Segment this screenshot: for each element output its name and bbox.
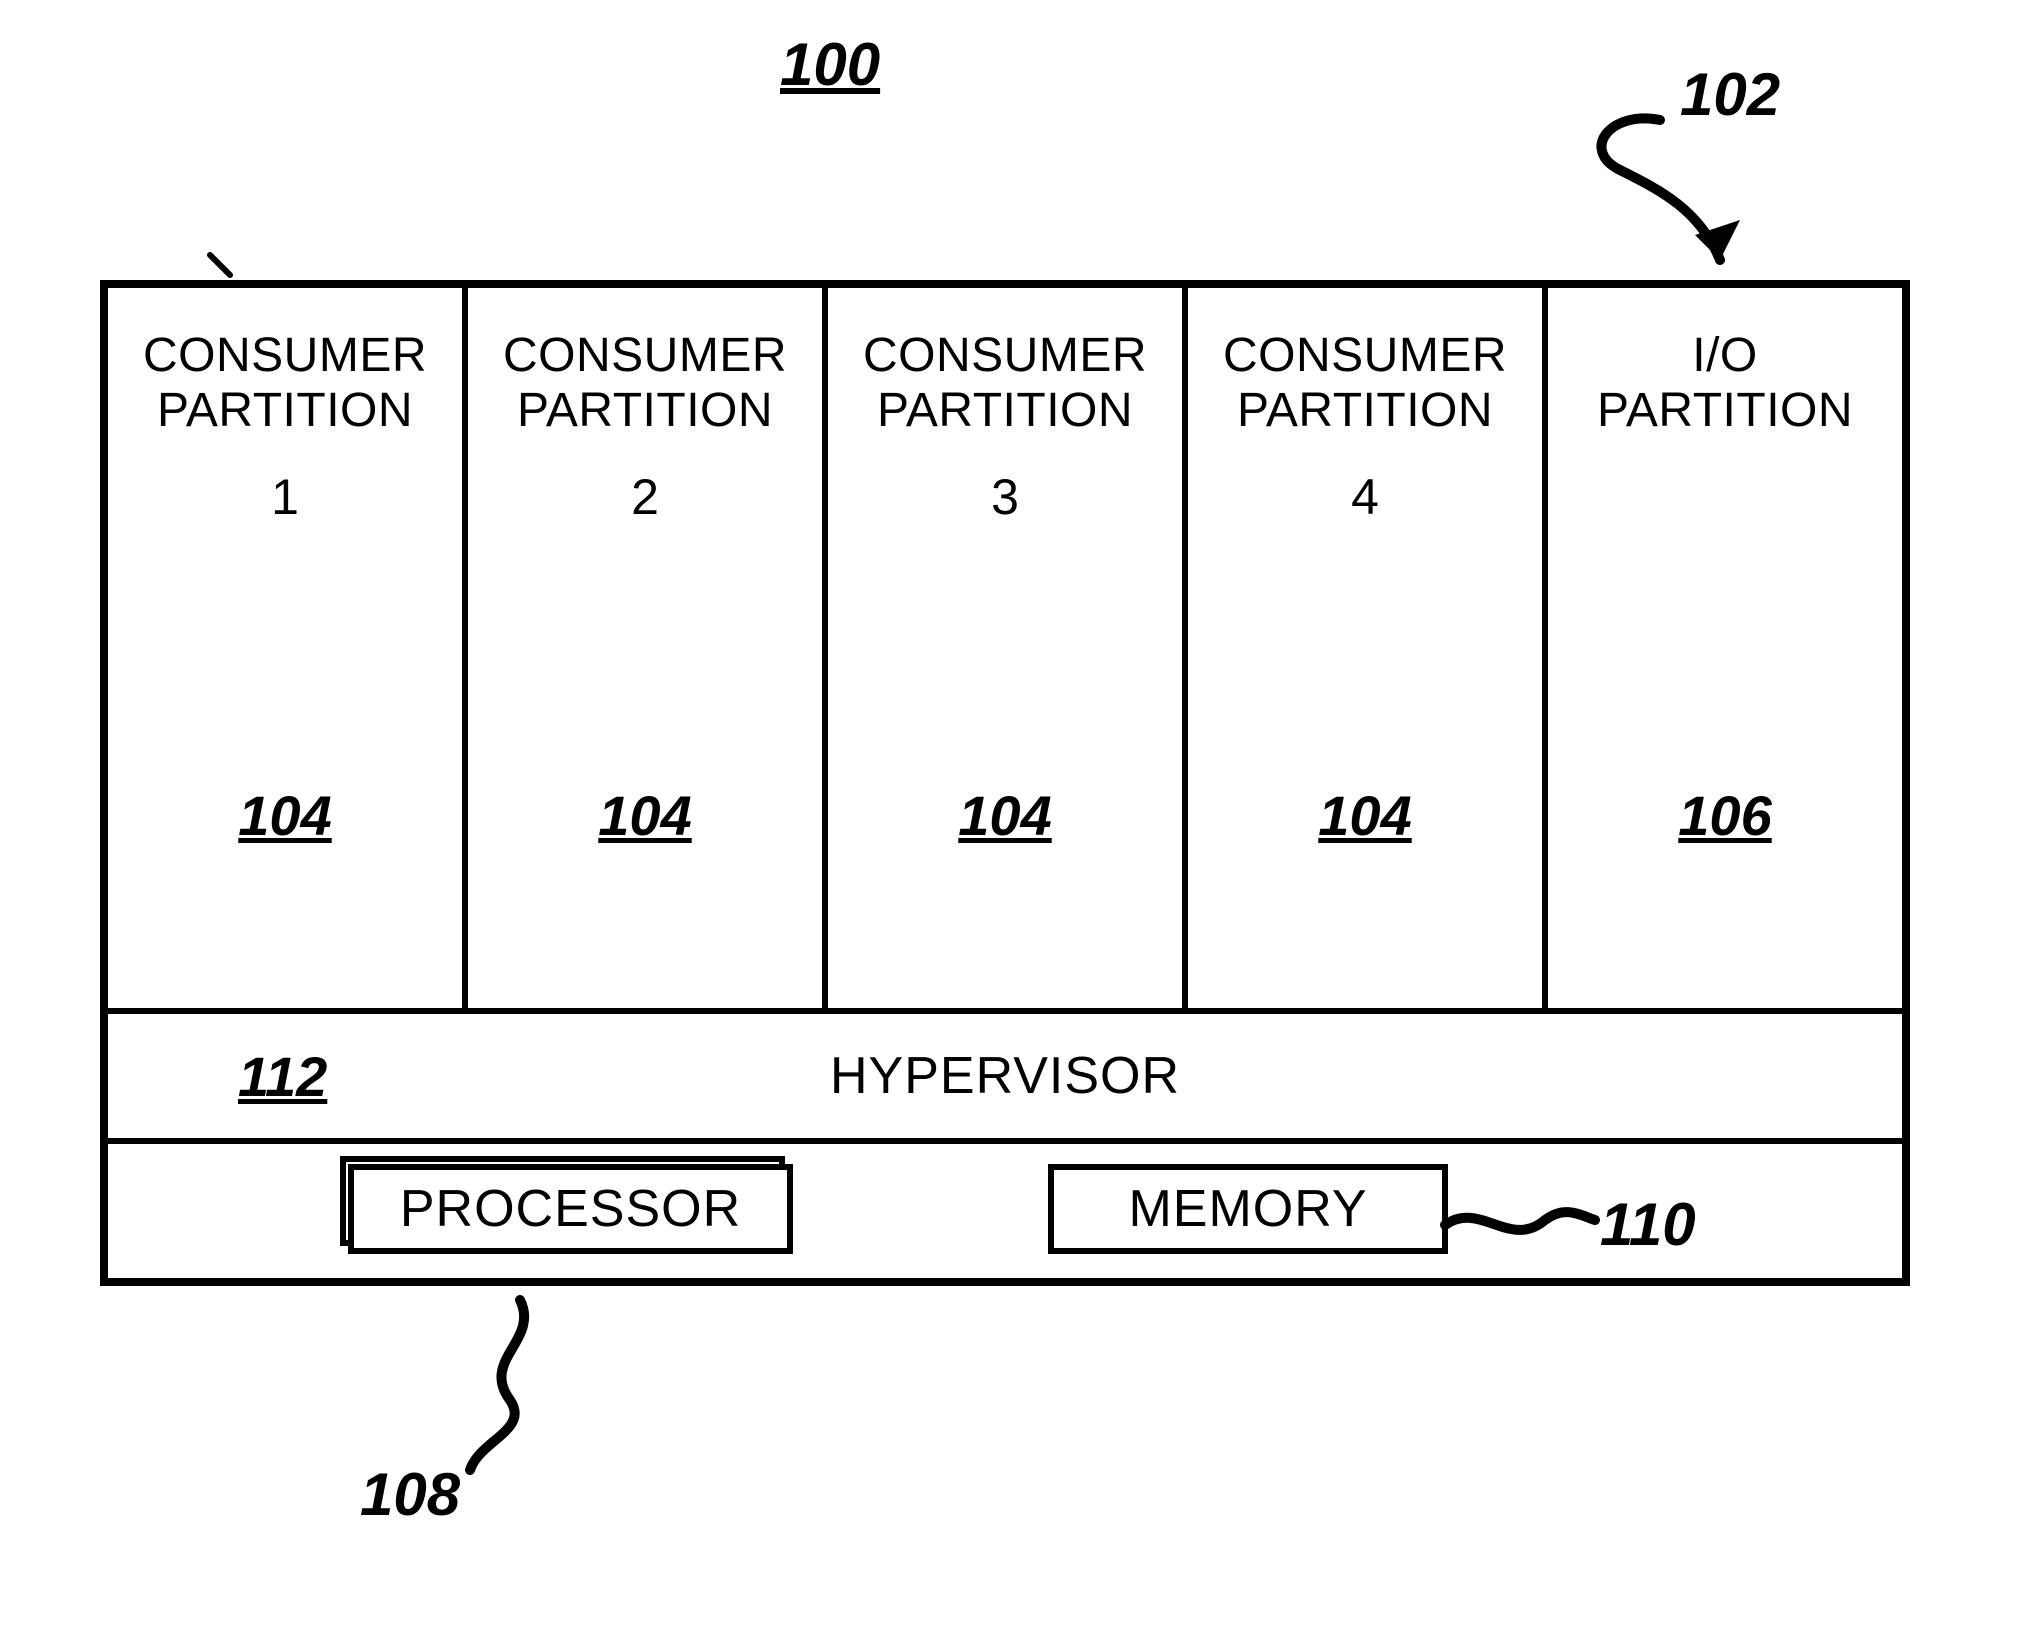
- partition-ref: 104: [958, 783, 1051, 848]
- hardware-row: PROCESSOR MEMORY: [108, 1138, 1902, 1278]
- partition-num: 3: [991, 468, 1019, 526]
- partition-title: CONSUMER PARTITION: [503, 328, 787, 438]
- partitions-row: CONSUMER PARTITION 1 104 CONSUMER PARTIT…: [108, 288, 1902, 1008]
- partition-title-line2: PARTITION: [157, 384, 413, 437]
- partition-title: CONSUMER PARTITION: [863, 328, 1147, 438]
- partition-title: CONSUMER PARTITION: [1223, 328, 1507, 438]
- partition-title: CONSUMER PARTITION: [143, 328, 427, 438]
- partition-title-line1: CONSUMER: [1223, 329, 1507, 382]
- memory-label: MEMORY: [1128, 1179, 1367, 1239]
- hypervisor-label: HYPERVISOR: [830, 1046, 1180, 1106]
- partition-title-line2: PARTITION: [1597, 384, 1853, 437]
- processor-label: PROCESSOR: [400, 1179, 741, 1239]
- callout-108: 108: [360, 1460, 460, 1529]
- hypervisor-row: 112 HYPERVISOR: [108, 1008, 1902, 1138]
- partition-title-line2: PARTITION: [517, 384, 773, 437]
- partition-title-line1: CONSUMER: [143, 329, 427, 382]
- partition-1: CONSUMER PARTITION 1 104: [108, 288, 468, 1008]
- partition-title-line2: PARTITION: [1237, 384, 1493, 437]
- partition-title-line1: I/O: [1692, 329, 1758, 382]
- partition-title-line2: PARTITION: [877, 384, 1133, 437]
- partition-title: I/O PARTITION: [1597, 328, 1853, 438]
- partition-num: 2: [631, 468, 659, 526]
- partition-ref: 104: [598, 783, 691, 848]
- partition-3: CONSUMER PARTITION 3 104: [828, 288, 1188, 1008]
- partition-title-line1: CONSUMER: [863, 329, 1147, 382]
- partition-4: CONSUMER PARTITION 4 104: [1188, 288, 1548, 1008]
- partition-ref: 104: [1318, 783, 1411, 848]
- hypervisor-ref: 112: [238, 1044, 327, 1109]
- callout-102: 102: [1680, 60, 1780, 129]
- figure-number-label: 100: [780, 30, 880, 99]
- partition-2: CONSUMER PARTITION 2 104: [468, 288, 828, 1008]
- partition-io: I/O PARTITION 106: [1548, 288, 1902, 1008]
- partition-ref: 104: [238, 783, 331, 848]
- processor-box: PROCESSOR: [348, 1164, 793, 1254]
- processor-stack: PROCESSOR: [348, 1164, 793, 1254]
- partition-num: 1: [271, 468, 299, 526]
- partition-num: 4: [1351, 468, 1379, 526]
- memory-box: MEMORY: [1048, 1164, 1448, 1254]
- partition-ref: 106: [1678, 783, 1771, 848]
- system-diagram-box: CONSUMER PARTITION 1 104 CONSUMER PARTIT…: [100, 280, 1910, 1286]
- partition-title-line1: CONSUMER: [503, 329, 787, 382]
